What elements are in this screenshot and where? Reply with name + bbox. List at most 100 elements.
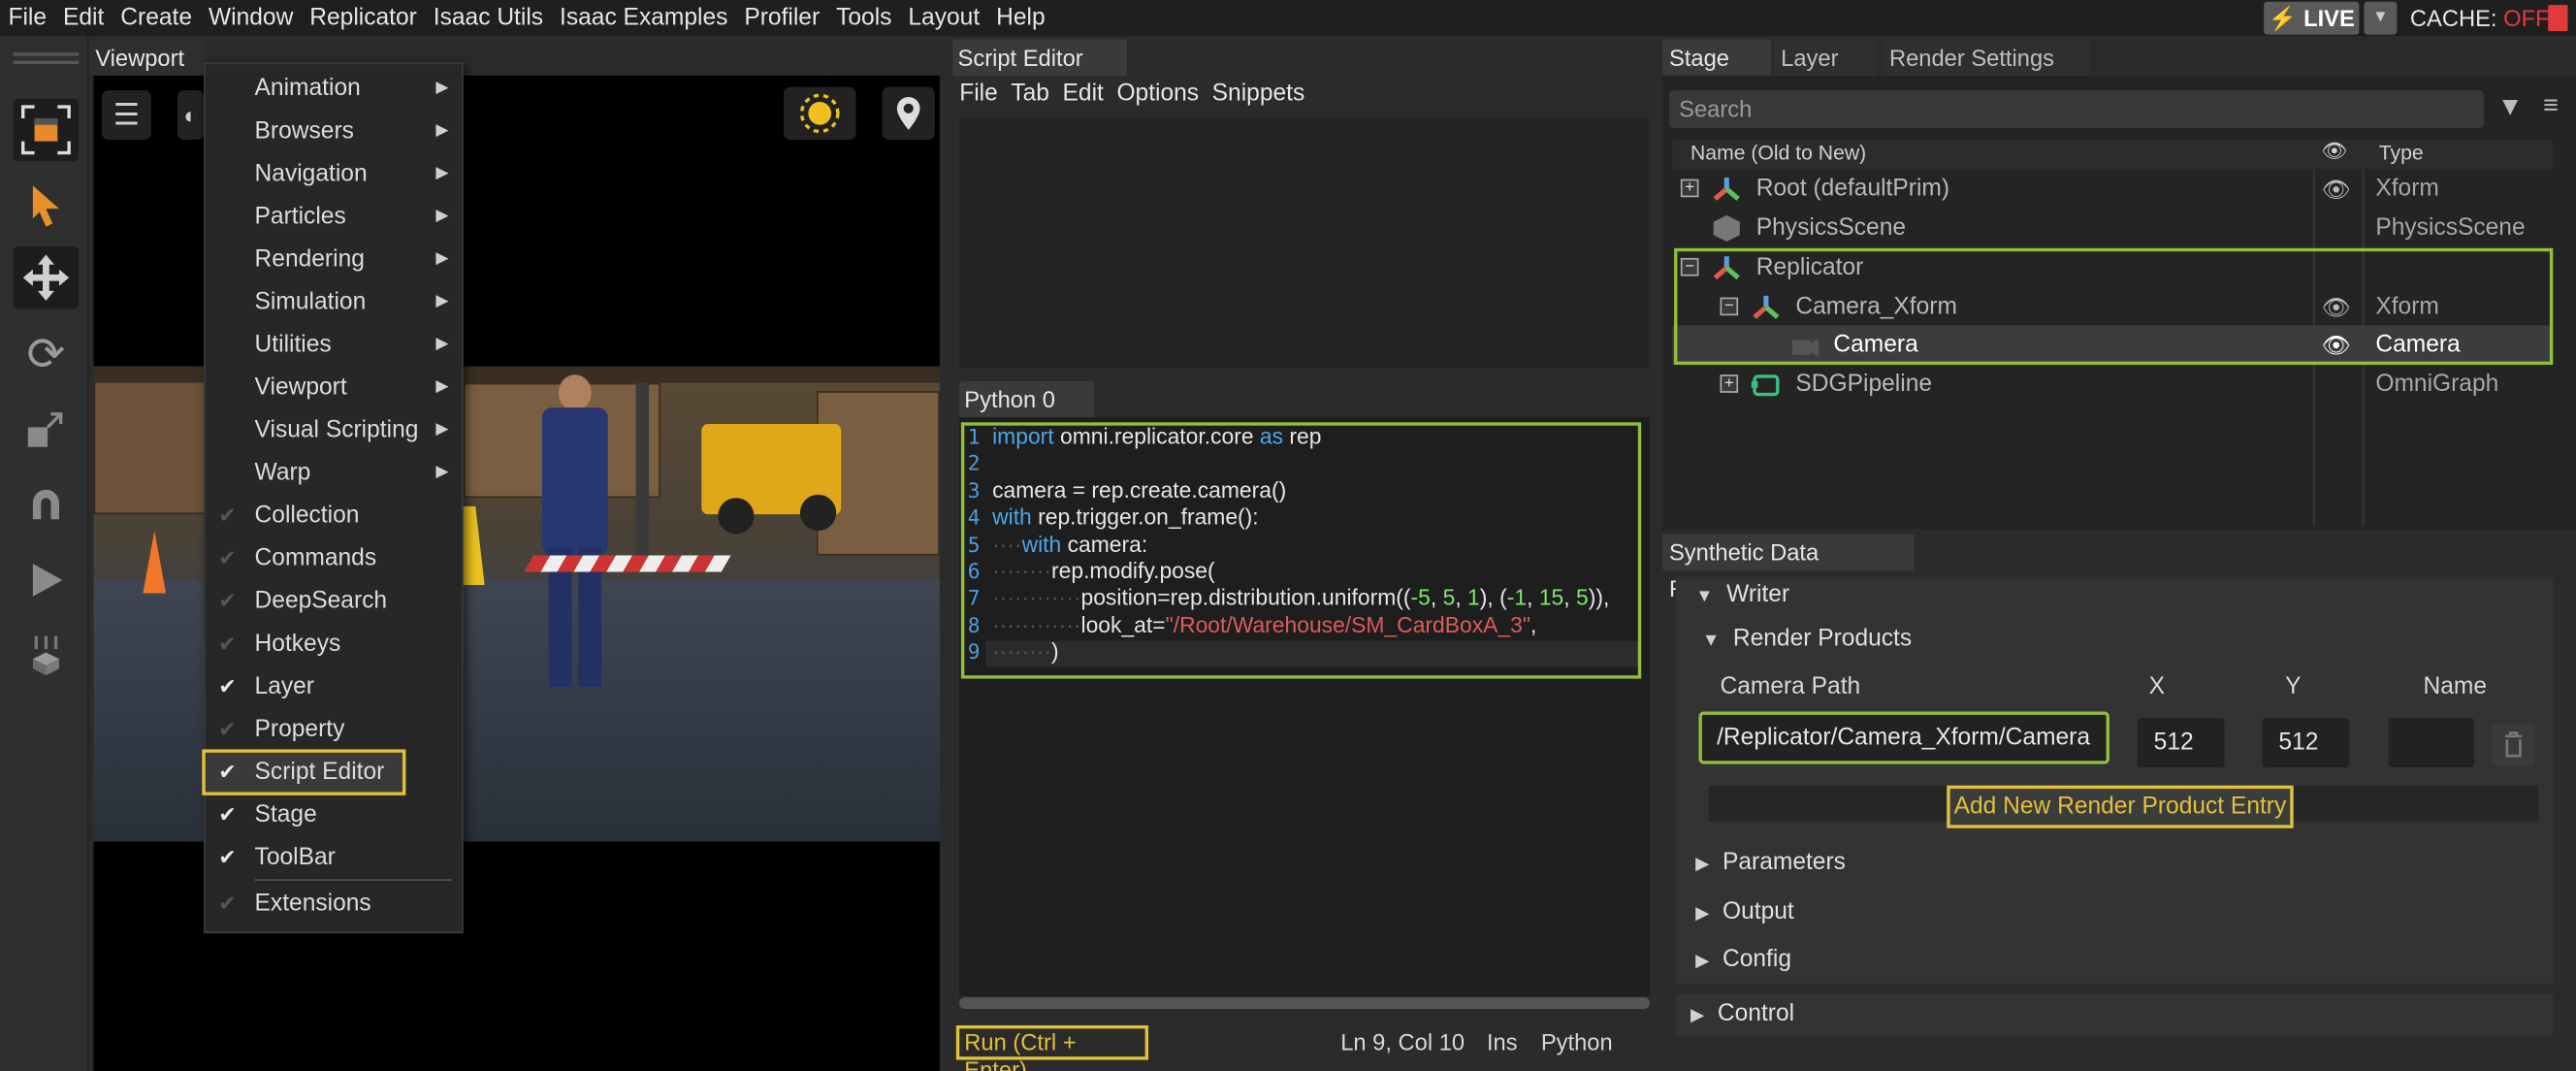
menu-item-animation[interactable]: Animation ▶	[206, 69, 462, 109]
menu-item-commands[interactable]: ✔ Commands	[206, 539, 462, 579]
viewport-lighting-button[interactable]	[783, 86, 856, 140]
menu-replicator[interactable]: Replicator	[302, 0, 426, 36]
menu-isaac-examples[interactable]: Isaac Examples	[552, 0, 736, 36]
column-name-header[interactable]: Name (Old to New)	[1690, 142, 1866, 165]
line-number: 4	[967, 504, 981, 530]
menu-item-rendering[interactable]: Rendering ▶	[206, 240, 462, 279]
tab-render-settings[interactable]: Render Settings	[1883, 39, 2090, 76]
stage-row-root[interactable]: + Root (defaultPrim) 👁 Xform	[1672, 169, 2553, 209]
menu-item-label: Rendering	[254, 246, 365, 274]
menu-item-warp[interactable]: Warp ▶	[206, 454, 462, 494]
toolbar-grip[interactable]	[13, 52, 80, 56]
menu-item-property[interactable]: ✔ Property	[206, 710, 462, 750]
python-tab[interactable]: Python 0	[959, 380, 1095, 418]
language-label: Python	[1540, 1028, 1613, 1055]
delete-entry-button[interactable]	[2492, 723, 2535, 766]
viewport-settings-button[interactable]: ☰	[102, 90, 151, 140]
stage-search-input[interactable]: Search	[1668, 90, 2485, 129]
menu-tools[interactable]: Tools	[828, 0, 900, 36]
menu-item-browsers[interactable]: Browsers ▶	[206, 112, 462, 151]
viewport-tab[interactable]: Viewport	[88, 39, 205, 76]
sliders-icon: ☰	[113, 97, 141, 131]
menu-help[interactable]: Help	[988, 0, 1053, 36]
menu-item-simulation[interactable]: Simulation ▶	[206, 282, 462, 322]
menu-item-viewport[interactable]: Viewport ▶	[206, 368, 462, 407]
script-output-area[interactable]	[959, 117, 1650, 369]
scale-tool-button[interactable]	[14, 398, 80, 460]
eye-icon[interactable]: 👁	[2321, 169, 2350, 209]
worker-figure	[529, 374, 619, 695]
live-dropdown-button[interactable]: ▼	[2364, 1, 2398, 35]
se-menu-edit[interactable]: Edit	[1056, 76, 1111, 112]
section-label: Writer	[1726, 581, 1790, 608]
live-button[interactable]: ⚡ LIVE	[2264, 1, 2360, 35]
menu-window[interactable]: Window	[200, 0, 301, 36]
expand-icon[interactable]: +	[1720, 374, 1739, 393]
menu-edit[interactable]: Edit	[55, 0, 113, 36]
config-header[interactable]: ▶ Config	[1695, 947, 1791, 973]
check-icon: ✔	[218, 844, 237, 870]
add-render-product-button[interactable]: Add New Render Product Entry	[1947, 785, 2294, 828]
menu-isaac-utils[interactable]: Isaac Utils	[425, 0, 551, 36]
omnigraph-icon	[1751, 374, 1780, 397]
menu-item-stage[interactable]: ✔ Stage	[206, 795, 462, 835]
insert-mode: Ins	[1486, 1028, 1518, 1055]
menu-create[interactable]: Create	[113, 0, 201, 36]
menu-item-toolbar[interactable]: ✔ ToolBar	[206, 838, 462, 878]
tab-synthetic-data-recorder[interactable]: Synthetic Data Recorder	[1662, 534, 1915, 601]
play-button[interactable]	[14, 549, 80, 611]
se-menu-options[interactable]: Options	[1111, 76, 1206, 112]
parameters-header[interactable]: ▶ Parameters	[1695, 850, 1846, 876]
menu-layout[interactable]: Layout	[900, 0, 988, 36]
run-button[interactable]: Run (Ctrl + Enter)	[955, 1024, 1149, 1071]
menu-item-utilities[interactable]: Utilities ▶	[206, 325, 462, 365]
expand-icon[interactable]: +	[1680, 178, 1699, 198]
render-products-header[interactable]: ▼ Render Products	[1702, 626, 1912, 652]
physics-tool-button[interactable]	[14, 625, 80, 687]
output-header[interactable]: ▶ Output	[1695, 899, 1794, 925]
stage-row-physicsscene[interactable]: PhysicsScene PhysicsScene	[1672, 209, 2553, 248]
menu-item-script-editor[interactable]: ✔ Script Editor	[202, 749, 406, 795]
menu-item-particles[interactable]: Particles ▶	[206, 197, 462, 237]
filter-icon[interactable]: ▼	[2497, 94, 2524, 123]
menu-item-collection[interactable]: ✔ Collection	[206, 497, 462, 536]
writer-header[interactable]: ▼ Writer	[1695, 582, 1789, 608]
resolution-y-input[interactable]: 512	[2262, 718, 2350, 768]
rotate-tool-button[interactable]: ⟳	[14, 322, 80, 384]
options-menu-icon[interactable]: ≡	[2543, 92, 2559, 121]
menu-item-visual-scripting[interactable]: Visual Scripting ▶	[206, 410, 462, 450]
code-scrollbar[interactable]	[959, 997, 1650, 1010]
se-menu-tab[interactable]: Tab	[1005, 76, 1056, 112]
cache-icon[interactable]	[2548, 5, 2568, 32]
script-editor-tab[interactable]: Script Editor	[952, 39, 1128, 76]
snap-button[interactable]	[14, 473, 80, 536]
control-header[interactable]: ▶ Control	[1690, 1001, 1794, 1027]
se-menu-file[interactable]: File	[952, 76, 1004, 112]
menu-profiler[interactable]: Profiler	[736, 0, 828, 36]
stage-row-sdgpipeline[interactable]: + SDGPipeline OmniGraph	[1672, 365, 2553, 405]
column-type-header[interactable]: Type	[2379, 142, 2424, 165]
select-tool-button[interactable]	[14, 175, 80, 237]
tab-layer[interactable]: Layer	[1774, 39, 1877, 76]
tab-stage[interactable]: Stage	[1662, 39, 1772, 76]
cache-status: CACHE: OFF	[2410, 0, 2550, 36]
code-line: ····with camera:	[992, 532, 1148, 557]
resolution-x-input[interactable]: 512	[2137, 718, 2225, 768]
menu-item-navigation[interactable]: Navigation ▶	[206, 154, 462, 194]
toolbar-grip-line	[13, 60, 80, 65]
viewport-waypoint-button[interactable]	[882, 86, 935, 140]
chevron-right-icon: ▶	[435, 292, 449, 311]
triangle-down-icon: ▼	[1701, 631, 1721, 651]
camera-path-input[interactable]: /Replicator/Camera_Xform/Camera	[1698, 711, 2109, 764]
menu-item-extensions[interactable]: ✔ Extensions	[206, 884, 462, 924]
menu-file[interactable]: File	[0, 0, 55, 36]
menu-item-layer[interactable]: ✔ Layer	[206, 667, 462, 707]
viewport-render-button[interactable]: ◐	[177, 90, 205, 140]
menu-item-hotkeys[interactable]: ✔ Hotkeys	[206, 625, 462, 665]
se-menu-snippets[interactable]: Snippets	[1206, 76, 1311, 112]
render-product-name-input[interactable]	[2388, 718, 2474, 768]
menu-item-deepsearch[interactable]: ✔ DeepSearch	[206, 582, 462, 622]
move-tool-button[interactable]	[13, 246, 80, 309]
select-mode-button[interactable]	[13, 98, 80, 162]
check-icon: ✔	[218, 801, 237, 828]
